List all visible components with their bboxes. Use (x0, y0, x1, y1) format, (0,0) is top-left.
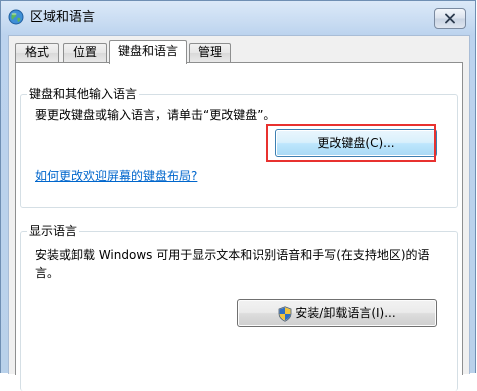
change-keyboards-button[interactable]: 更改键盘(C)... (275, 129, 437, 157)
display-language-description-line1: 安装或卸载 Windows 可用于显示文本和识别语音和手写(在支持地区)的语 (35, 248, 430, 262)
window-title: 区域和语言 (30, 10, 96, 25)
display-language-description-line2: 言。 (35, 266, 60, 280)
keyboard-group-legend: 键盘和其他输入语言 (27, 87, 140, 101)
welcome-screen-layout-link[interactable]: 如何更改欢迎屏幕的键盘布局? (35, 168, 197, 184)
tab-keyboards-languages[interactable]: 键盘和语言 (109, 40, 187, 64)
title-bar[interactable]: 区域和语言 (1, 1, 475, 35)
keyboard-instruction-text: 要更改键盘或输入语言，请单击“更改键盘”。 (35, 108, 276, 122)
close-icon (445, 13, 455, 24)
tab-location[interactable]: 位置 (63, 43, 107, 62)
keyboard-languages-group: 键盘和其他输入语言 要更改键盘或输入语言，请单击“更改键盘”。 更改键盘(C).… (20, 87, 458, 208)
install-button-label: 安装/卸载语言(I)... (295, 306, 396, 320)
globe-icon (8, 9, 24, 25)
uac-shield-icon (278, 305, 292, 322)
tab-formats[interactable]: 格式 (15, 43, 59, 62)
tab-administrative[interactable]: 管理 (189, 43, 231, 62)
display-language-group: 显示语言 安装或卸载 Windows 可用于显示文本和识别语音和手写(在支持地区… (20, 224, 458, 391)
region-language-window: 区域和语言 格式 位置 键盘和语言 管理 键盘和其他输入语言 要更改键盘或输入语… (0, 0, 476, 391)
display-language-legend: 显示语言 (27, 224, 80, 238)
dialog-client-area: 格式 位置 键盘和语言 管理 键盘和其他输入语言 要更改键盘或输入语言，请单击“… (8, 35, 470, 391)
close-button[interactable] (434, 8, 466, 29)
install-uninstall-languages-button[interactable]: 安装/卸载语言(I)... (237, 299, 437, 327)
tab-panel-keyboards-languages: 键盘和其他输入语言 要更改键盘或输入语言，请单击“更改键盘”。 更改键盘(C).… (15, 62, 463, 391)
